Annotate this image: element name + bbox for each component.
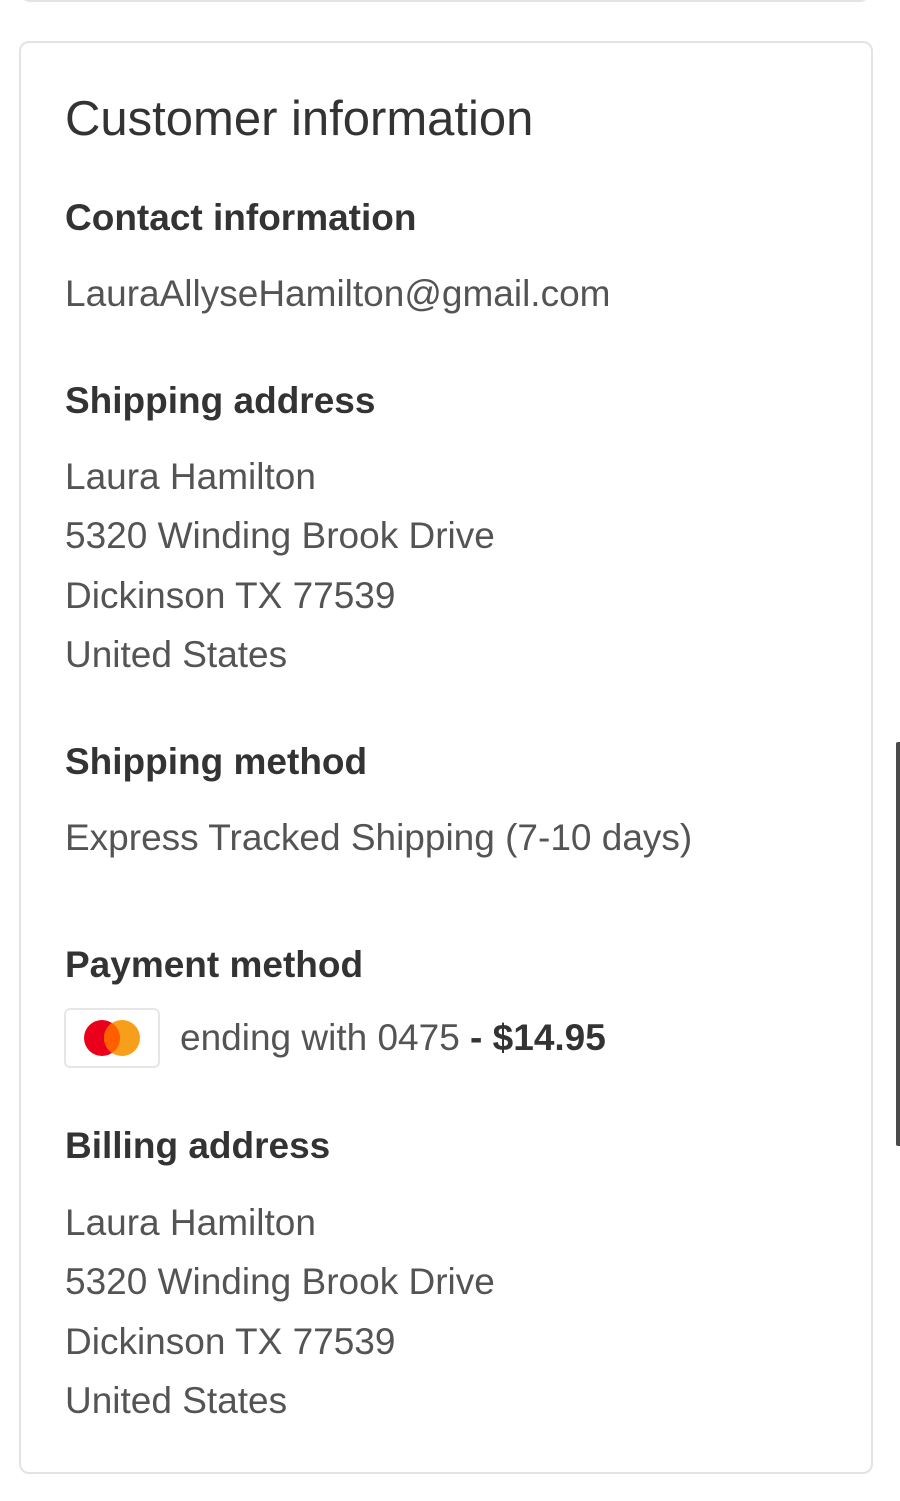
contact-email: LauraAllyseHamilton@gmail.com [65,273,611,314]
billing-address-block: Laura Hamilton 5320 Winding Brook Drive … [65,1193,495,1431]
billing-address-line: United States [65,1380,288,1422]
mastercard-badge [64,1008,160,1068]
previous-card-edge [20,0,870,2]
card-title: Customer information [65,92,534,146]
billing-address-line: 5320 Winding Brook Drive [65,1261,495,1303]
shipping-address-line: United States [65,634,288,676]
contact-information-heading: Contact information [65,197,417,238]
shipping-method-value: Express Tracked Shipping (7-10 days) [65,817,693,858]
shipping-address-line: Dickinson TX 77539 [65,574,396,616]
payment-method-heading: Payment method [65,944,364,985]
scrollbar-thumb[interactable] [896,742,900,1146]
billing-address-line: Laura Hamilton [65,1202,316,1243]
payment-method-row: ending with 0475 - $14.95 [64,1007,606,1069]
payment-ending-text: ending with 0475 [180,1017,460,1058]
billing-address-line: Dickinson TX 77539 [65,1320,396,1362]
shipping-method-heading: Shipping method [65,741,368,782]
payment-separator: - [459,1017,493,1058]
payment-summary: ending with 0475 - $14.95 [180,1017,606,1059]
mastercard-icon [84,1020,140,1056]
billing-address-heading: Billing address [65,1125,331,1166]
shipping-address-heading: Shipping address [65,380,376,421]
shipping-address-block: Laura Hamilton 5320 Winding Brook Drive … [65,447,495,685]
shipping-address-line: Laura Hamilton [65,456,316,497]
payment-amount: $14.95 [492,1017,606,1058]
customer-information-card: Customer information Contact information… [19,41,873,1474]
shipping-address-line: 5320 Winding Brook Drive [65,515,495,557]
